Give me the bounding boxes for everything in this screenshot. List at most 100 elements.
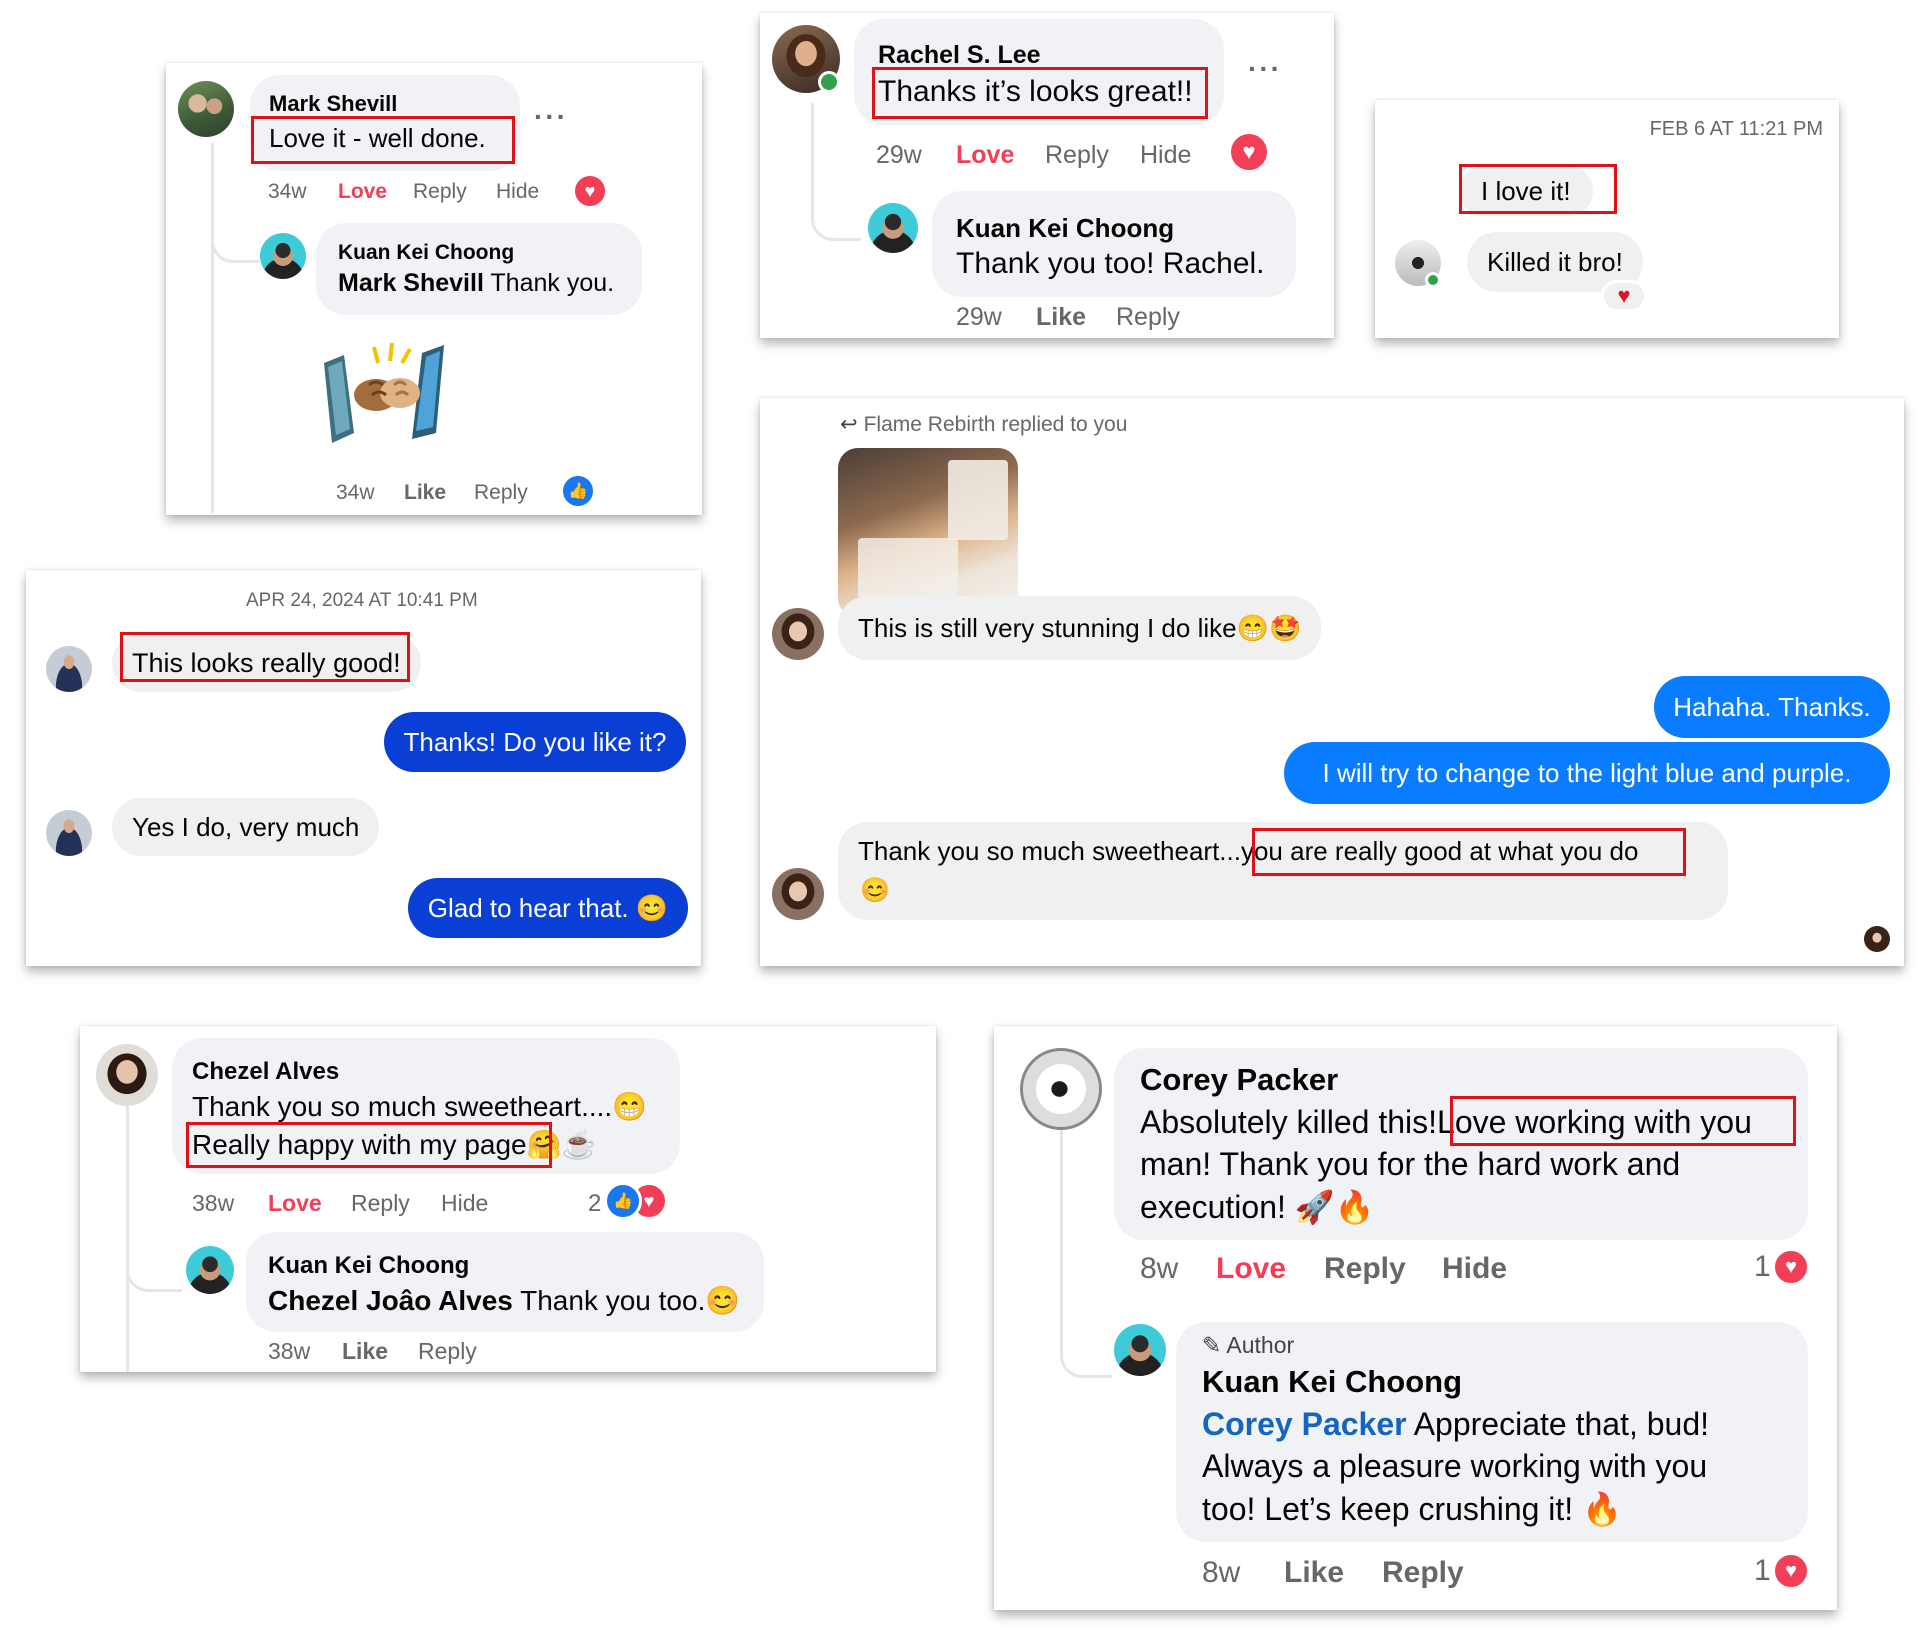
commenter-name[interactable]: Chezel Alves (192, 1058, 339, 1086)
highlight-box (872, 67, 1208, 119)
avatar-flame-rebirth[interactable] (772, 868, 824, 920)
online-status-icon (818, 71, 840, 93)
card-flame-rebirth-chat: ↩ Flame Rebirth replied to you This is st… (760, 398, 1904, 966)
heart-reaction-icon: ♥ (1772, 1248, 1810, 1286)
pencil-icon: ✎ (1202, 1332, 1222, 1358)
thread-connector (811, 163, 861, 241)
like-reaction-icon: 👍 (604, 1182, 642, 1220)
card-corey-packer: Corey Packer Absolutely killed this!Love… (994, 1026, 1837, 1610)
message-bubble: Yes I do, very much (112, 798, 380, 856)
reply-like-button[interactable]: Like (1284, 1556, 1344, 1590)
hide-button[interactable]: Hide (1140, 141, 1191, 170)
highlight-box (251, 116, 515, 164)
comment-time: 38w (192, 1190, 235, 1216)
reply-time: 38w (268, 1338, 311, 1364)
author-badge: ✎ Author (1202, 1332, 1295, 1358)
hide-button[interactable]: Hide (1442, 1252, 1507, 1286)
highlight-box (1252, 828, 1686, 876)
reply-button[interactable]: Reply (1324, 1252, 1406, 1286)
reply-text: Mark Shevill Thank you. (338, 269, 614, 298)
reply-line-2: Always a pleasure working with you (1202, 1448, 1708, 1484)
avatar-mark-shevill[interactable] (178, 81, 234, 137)
commenter-name[interactable]: Rachel S. Lee (878, 41, 1041, 70)
card-feb-chat: FEB 6 AT 11:21 PM I love it! Killed it b… (1375, 100, 1839, 338)
highlight-box (1450, 1096, 1796, 1146)
thread-connector (1060, 1286, 1112, 1378)
avatar-flame-rebirth[interactable] (772, 608, 824, 660)
avatar-kuan-kei-choong[interactable] (186, 1246, 234, 1294)
reply-bubble (246, 1232, 764, 1332)
reply-text: Thank you too! Rachel. (956, 247, 1265, 280)
more-dots-icon[interactable]: ··· (1248, 53, 1282, 85)
hide-button[interactable]: Hide (441, 1190, 488, 1217)
reply-header: ↩ Flame Rebirth replied to you (840, 413, 1128, 436)
thread-connector (211, 223, 259, 263)
love-reaction-button[interactable]: Love (956, 141, 1014, 170)
reply-mention[interactable]: Mark Shevill (338, 269, 484, 297)
reply-reply-button[interactable]: Reply (418, 1338, 477, 1365)
reply-reply-button[interactable]: Reply (1116, 303, 1180, 332)
highlight-box (186, 1122, 552, 1168)
card-apr-chat: APR 24, 2024 AT 10:41 PM This looks real… (26, 570, 701, 966)
fist-bump-sticker (324, 342, 444, 443)
reply-button[interactable]: Reply (1045, 141, 1109, 170)
chat-timestamp: APR 24, 2024 AT 10:41 PM (246, 590, 478, 611)
reply-line-1: Corey Packer Appreciate that, bud! (1202, 1406, 1710, 1442)
like-reaction-icon: 👍 (560, 473, 596, 509)
avatar-corey-packer[interactable] (1020, 1048, 1102, 1130)
reaction-count[interactable]: 1 (1754, 1250, 1771, 1284)
reply-like-button[interactable]: Like (342, 1338, 388, 1365)
reply-author-name[interactable]: Kuan Kei Choong (268, 1252, 469, 1280)
avatar-kuan-kei-choong[interactable] (1114, 1324, 1166, 1376)
reply-author-name[interactable]: Kuan Kei Choong (338, 241, 514, 265)
reply-time: 29w (956, 303, 1002, 331)
comment-time: 8w (1140, 1252, 1179, 1285)
heart-reaction-icon: ♥ (572, 173, 608, 209)
reaction-count[interactable]: 1 (1754, 1554, 1771, 1588)
reply-reply-button[interactable]: Reply (474, 481, 528, 505)
reply-button[interactable]: Reply (413, 180, 467, 204)
comment-time: 34w (268, 180, 307, 203)
message-bubble-sent: I will try to change to the light blue a… (1284, 742, 1890, 804)
reply-author-name[interactable]: Kuan Kei Choong (956, 213, 1174, 244)
avatar-kuan-kei-choong[interactable] (868, 203, 918, 253)
message-bubble-sent: Thanks! Do you like it? (384, 712, 686, 772)
card-rachel-lee: Rachel S. Lee Thanks it’s looks great!! … (760, 13, 1334, 338)
reply-like-button[interactable]: Like (1036, 303, 1086, 332)
comment-line-3: execution! 🚀🔥 (1140, 1189, 1375, 1225)
reply-mention[interactable]: Corey Packer (1202, 1406, 1407, 1442)
avatar-contact[interactable] (46, 810, 92, 856)
message-bubble-sent: Hahaha. Thanks. (1654, 676, 1890, 738)
reply-text: Chezel Joâo Alves Thank you too.😊 (268, 1285, 741, 1316)
avatar-kuan-kei-choong[interactable] (260, 233, 306, 279)
love-reaction-button[interactable]: Love (338, 180, 387, 204)
reply-line-3: too! Let’s keep crushing it! 🔥 (1202, 1491, 1622, 1527)
highlight-box (120, 632, 410, 682)
reply-author-name[interactable]: Kuan Kei Choong (1202, 1364, 1462, 1400)
commenter-name[interactable]: Corey Packer (1140, 1062, 1338, 1098)
more-dots-icon[interactable]: ··· (534, 101, 568, 133)
reaction-count[interactable]: 2 (588, 1190, 601, 1218)
reply-time: 8w (1202, 1556, 1241, 1589)
online-status-icon (1425, 272, 1441, 288)
comment-line-2: man! Thank you for the hard work and (1140, 1146, 1681, 1182)
reply-reply-button[interactable]: Reply (1382, 1556, 1464, 1590)
seen-avatar (1864, 926, 1890, 952)
avatar-chezel-alves[interactable] (96, 1044, 158, 1106)
love-reaction-button[interactable]: Love (1216, 1252, 1286, 1286)
message-bubble-sent: Glad to hear that. 😊 (408, 878, 688, 938)
reply-button[interactable]: Reply (351, 1190, 410, 1217)
reply-like-button[interactable]: Like (404, 481, 446, 505)
card-mark-shevill: Mark Shevill Love it - well done. ··· 34… (166, 63, 702, 515)
card-chezel-alves: Chezel Alves Thank you so much sweethear… (80, 1026, 936, 1372)
commenter-name[interactable]: Mark Shevill (269, 91, 397, 117)
hide-button[interactable]: Hide (496, 180, 539, 204)
heart-reaction-icon: ♥ (1228, 131, 1270, 173)
shared-image-thumbnail[interactable] (838, 448, 1018, 618)
comment-line-1: Thank you so much sweetheart....😁 (192, 1091, 648, 1122)
avatar-contact[interactable] (46, 646, 92, 692)
reply-mention[interactable]: Chezel Joâo Alves (268, 1285, 513, 1316)
love-reaction-button[interactable]: Love (268, 1190, 322, 1217)
thread-line (211, 143, 214, 513)
thread-connector (126, 1226, 182, 1292)
